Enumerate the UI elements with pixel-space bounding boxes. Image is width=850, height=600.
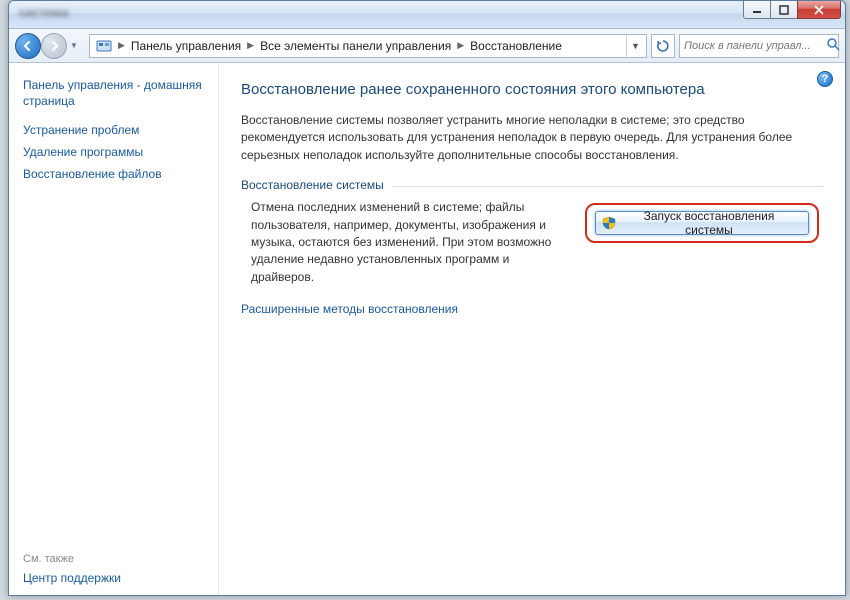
navigation-bar: ▼ ▶ Панель управления ▶ Все элементы пан…: [9, 29, 845, 63]
breadcrumb-dropdown[interactable]: ▼: [626, 35, 644, 57]
sidebar-link-troubleshoot[interactable]: Устранение проблем: [23, 123, 204, 137]
search-box[interactable]: [679, 34, 839, 58]
control-panel-icon: [96, 38, 112, 54]
page-description: Восстановление системы позволяет устрани…: [241, 112, 821, 164]
action-button-container: Запуск восстановления системы: [581, 199, 823, 286]
titlebar[interactable]: система: [9, 1, 845, 29]
window-title: система: [19, 5, 68, 20]
close-button[interactable]: [797, 0, 841, 19]
breadcrumb-item-2[interactable]: Восстановление: [466, 39, 566, 53]
advanced-recovery-link[interactable]: Расширенные методы восстановления: [241, 302, 823, 316]
see-also-label: См. также: [23, 553, 204, 565]
help-icon[interactable]: ?: [817, 71, 833, 87]
nav-history-dropdown[interactable]: ▼: [67, 36, 81, 56]
breadcrumb-item-1[interactable]: Все элементы панели управления: [256, 39, 455, 53]
breadcrumb-item-0[interactable]: Панель управления: [127, 39, 245, 53]
page-title: Восстановление ранее сохраненного состоя…: [241, 81, 823, 98]
main-content: ? Восстановление ранее сохраненного сост…: [219, 63, 845, 595]
group-description: Отмена последних изменений в системе; фа…: [241, 199, 561, 286]
forward-button[interactable]: [41, 33, 67, 59]
sidebar: Панель управления - домашняя страница Ус…: [9, 63, 219, 595]
window-controls: [744, 0, 841, 19]
sidebar-links: Устранение проблем Удаление программы Во…: [23, 123, 204, 181]
sidebar-link-file-recovery[interactable]: Восстановление файлов: [23, 167, 204, 181]
nav-arrows: ▼: [15, 33, 81, 59]
chevron-right-icon[interactable]: ▶: [245, 40, 256, 51]
control-panel-window: система ▼ ▶: [8, 0, 846, 596]
breadcrumb[interactable]: ▶ Панель управления ▶ Все элементы панел…: [89, 34, 647, 58]
body-area: Панель управления - домашняя страница Ус…: [9, 63, 845, 595]
search-icon[interactable]: [827, 38, 840, 54]
refresh-button[interactable]: [651, 34, 675, 58]
search-input[interactable]: [684, 40, 827, 52]
chevron-right-icon[interactable]: ▶: [455, 40, 466, 51]
annotation-highlight: Запуск восстановления системы: [585, 203, 819, 243]
back-button[interactable]: [15, 33, 41, 59]
sidebar-link-uninstall[interactable]: Удаление программы: [23, 145, 204, 159]
minimize-button[interactable]: [743, 0, 771, 19]
maximize-button[interactable]: [770, 0, 798, 19]
system-restore-group: Восстановление системы Отмена последних …: [241, 186, 823, 286]
group-label: Восстановление системы: [241, 178, 392, 192]
uac-shield-icon: [602, 216, 616, 230]
chevron-right-icon[interactable]: ▶: [116, 40, 127, 51]
action-button-label: Запуск восстановления системы: [622, 209, 796, 237]
open-system-restore-button[interactable]: Запуск восстановления системы: [595, 211, 809, 235]
see-also-action-center[interactable]: Центр поддержки: [23, 571, 204, 585]
control-panel-home-link[interactable]: Панель управления - домашняя страница: [23, 77, 204, 109]
